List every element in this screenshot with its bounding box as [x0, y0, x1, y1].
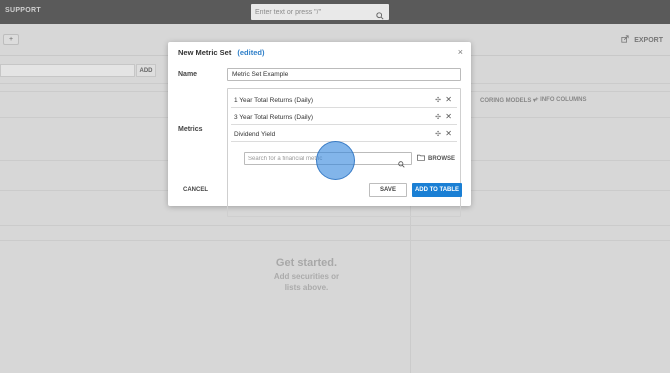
- add-securities-button[interactable]: ADD: [136, 64, 156, 77]
- remove-icon[interactable]: ✕: [445, 129, 452, 138]
- edited-indicator: (edited): [237, 48, 265, 57]
- metric-label: 3 Year Total Returns (Daily): [234, 114, 314, 121]
- drag-handle-icon[interactable]: ✣: [435, 113, 441, 121]
- add-button[interactable]: +: [3, 34, 19, 45]
- close-icon[interactable]: ×: [458, 47, 463, 57]
- cancel-button[interactable]: CANCEL: [183, 187, 208, 193]
- browse-label: BROWSE: [428, 155, 455, 162]
- add-to-table-button[interactable]: ADD TO TABLE: [412, 183, 462, 197]
- new-metric-set-dialog: New Metric Set (edited) × Name Metrics 1 …: [168, 42, 471, 217]
- tab-scoring-models[interactable]: CORING MODELS ▾: [480, 97, 536, 104]
- folder-icon: [417, 154, 425, 163]
- brand-label: SUPPORT: [5, 7, 41, 14]
- dialog-title-text: New Metric Set: [178, 48, 232, 57]
- metric-item[interactable]: 1 Year Total Returns (Daily) ✣ ✕: [231, 93, 457, 108]
- drag-handle-icon[interactable]: ✣: [435, 130, 441, 138]
- global-search[interactable]: [251, 4, 389, 20]
- securities-input[interactable]: [0, 64, 135, 77]
- metric-label: Dividend Yield: [234, 131, 276, 138]
- name-label: Name: [178, 71, 198, 78]
- empty-state-line1: Add securities or: [273, 272, 340, 281]
- search-icon[interactable]: [376, 7, 384, 25]
- metric-item[interactable]: 3 Year Total Returns (Daily) ✣ ✕: [231, 110, 457, 125]
- remove-icon[interactable]: ✕: [445, 112, 452, 121]
- metric-label: 1 Year Total Returns (Daily): [234, 97, 314, 104]
- name-field[interactable]: [227, 68, 461, 81]
- global-search-input[interactable]: [255, 6, 373, 18]
- top-bar: SUPPORT: [0, 0, 670, 24]
- remove-icon[interactable]: ✕: [445, 95, 452, 104]
- empty-state-title: Get started.: [275, 257, 338, 269]
- metrics-label: Metrics: [178, 126, 203, 133]
- empty-state: Get started. Add securities or lists abo…: [250, 257, 363, 293]
- save-button[interactable]: SAVE: [369, 183, 407, 197]
- table-row-line: [0, 240, 670, 241]
- dialog-title: New Metric Set (edited): [178, 48, 264, 57]
- empty-state-line2: lists above.: [284, 283, 329, 292]
- export-button[interactable]: EXPORT: [621, 35, 663, 45]
- browse-button[interactable]: BROWSE: [417, 154, 455, 163]
- table-row-line: [0, 225, 670, 226]
- search-icon[interactable]: [398, 155, 405, 173]
- export-icon: [621, 35, 629, 45]
- export-label: EXPORT: [634, 36, 663, 44]
- metric-item[interactable]: Dividend Yield ✣ ✕: [231, 127, 457, 142]
- click-indicator: [316, 141, 355, 180]
- tab-info-columns[interactable]: + INFO COLUMNS: [535, 97, 587, 103]
- drag-handle-icon[interactable]: ✣: [435, 96, 441, 104]
